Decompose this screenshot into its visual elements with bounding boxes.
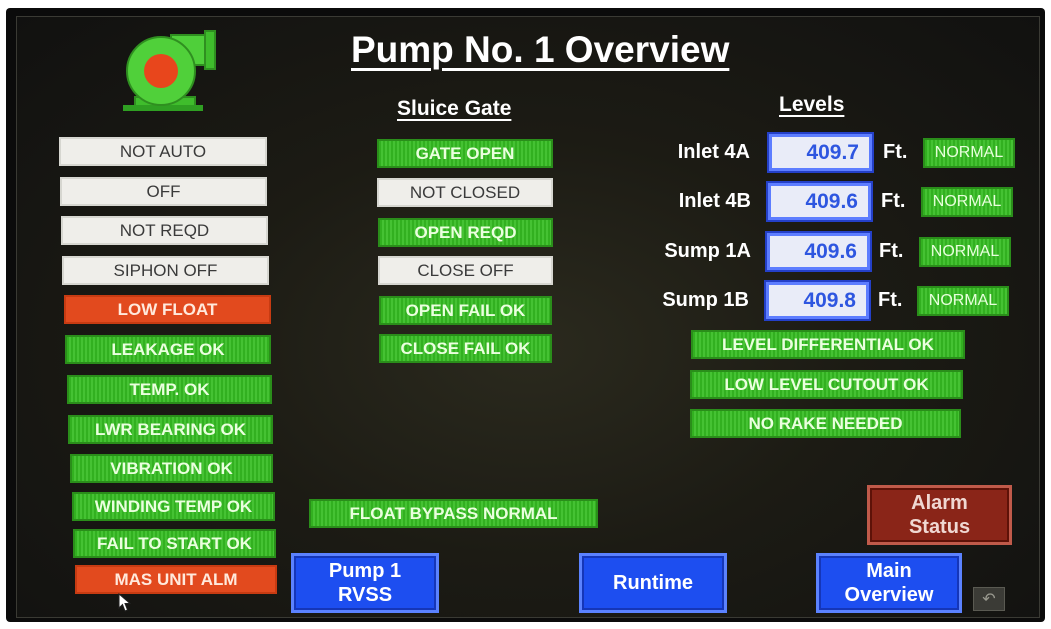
runtime-label: Runtime (613, 572, 693, 594)
alarm-status-label-line2: Status (908, 516, 971, 538)
gate-open-indicator: GATE OPEN (377, 139, 553, 168)
level-unit: Ft. (879, 240, 904, 262)
level-unit: Ft. (881, 190, 906, 212)
hmi-screen: Pump No. 1 Overview NOT AUTO OFF NOT REQ… (16, 16, 1040, 618)
float-bypass-indicator: FLOAT BYPASS NORMAL (309, 499, 598, 528)
close-fail-ok-indicator: CLOSE FAIL OK (379, 334, 552, 363)
status-mas-unit-alm: MAS UNIT ALM (75, 565, 277, 594)
level-unit: Ft. (883, 141, 908, 163)
level-status-badge: NORMAL (921, 187, 1013, 217)
alarm-status-button[interactable]: Alarm Status (867, 485, 1012, 545)
back-arrow-icon[interactable]: ↶ (973, 587, 1005, 611)
level-differential-indicator: LEVEL DIFFERENTIAL OK (691, 330, 965, 359)
not-closed-indicator: NOT CLOSED (377, 178, 553, 207)
pump-rvss-label-line2: RVSS (337, 584, 393, 606)
main-overview-label-line1: Main (866, 560, 912, 582)
main-overview-button[interactable]: Main Overview (816, 553, 962, 613)
status-winding-temp-ok: WINDING TEMP OK (72, 492, 275, 521)
rake-status-indicator: NO RAKE NEEDED (690, 409, 961, 438)
level-name: Sump 1B (662, 289, 749, 311)
level-name: Sump 1A (664, 240, 751, 262)
level-unit: Ft. (878, 289, 903, 311)
status-temp-ok: TEMP. OK (67, 375, 272, 404)
level-value-display: 409.6 (768, 183, 871, 220)
pump-rvss-label-line1: Pump 1 (328, 560, 402, 582)
alarm-status-label-line1: Alarm (911, 492, 968, 514)
pump-rvss-button[interactable]: Pump 1 RVSS (291, 553, 439, 613)
status-lwr-bearing-ok: LWR BEARING OK (68, 415, 273, 444)
mouse-cursor-icon (118, 593, 132, 612)
pump-icon (123, 30, 216, 111)
status-low-float: LOW FLOAT (64, 295, 271, 324)
status-vibration-ok: VIBRATION OK (70, 454, 273, 483)
main-overview-label-line2: Overview (844, 584, 934, 606)
level-value-display: 409.8 (766, 282, 869, 319)
status-fail-to-start-ok: FAIL TO START OK (73, 529, 276, 558)
level-name: Inlet 4A (677, 141, 750, 163)
level-name: Inlet 4B (678, 190, 751, 212)
open-fail-ok-indicator: OPEN FAIL OK (379, 296, 552, 325)
open-reqd-indicator: OPEN REQD (378, 218, 553, 247)
level-status-badge: NORMAL (919, 237, 1011, 267)
sluice-gate-header: Sluice Gate (397, 97, 512, 120)
status-leakage-ok: LEAKAGE OK (65, 335, 271, 364)
level-status-badge: NORMAL (917, 286, 1009, 316)
status-not-reqd: NOT REQD (61, 216, 268, 245)
level-value-display: 409.7 (769, 134, 872, 171)
close-off-indicator: CLOSE OFF (378, 256, 553, 285)
level-value-display: 409.6 (767, 233, 870, 270)
level-status-badge: NORMAL (923, 138, 1015, 168)
levels-header: Levels (779, 93, 845, 116)
status-siphon-off: SIPHON OFF (62, 256, 269, 285)
status-off: OFF (60, 177, 267, 206)
status-not-auto: NOT AUTO (59, 137, 267, 166)
low-level-cutout-indicator: LOW LEVEL CUTOUT OK (690, 370, 963, 399)
page-title: Pump No. 1 Overview (351, 29, 730, 70)
runtime-button[interactable]: Runtime (579, 553, 727, 613)
